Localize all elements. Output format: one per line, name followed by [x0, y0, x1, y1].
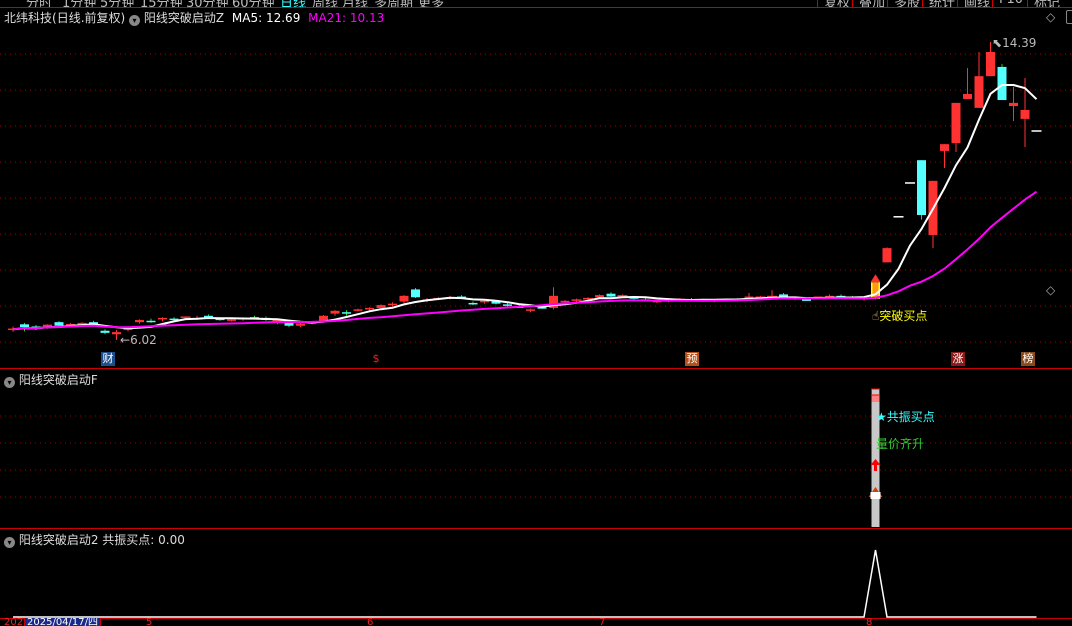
candle-body [997, 66, 1007, 101]
candle-body [1020, 109, 1030, 119]
x-axis-month: 8 [866, 618, 873, 626]
arrow-icon: ⬉ [992, 36, 1003, 50]
indicator-dropdown-icon[interactable]: ▾ [4, 377, 15, 388]
volume-price-rise-label: 量价齐升 [876, 437, 925, 451]
candle-body [1009, 102, 1018, 107]
candle-body [986, 51, 995, 77]
candle-body [20, 324, 29, 328]
up-arrow-icon [870, 274, 881, 283]
candle-body [227, 319, 236, 321]
star-icon: ★ [876, 410, 887, 424]
high-price-label: 14.39 [1002, 36, 1037, 50]
candle-body [503, 304, 512, 306]
dividend-tag[interactable]: $ [369, 352, 383, 366]
limit-up-tag[interactable]: 涨 [951, 352, 965, 366]
candle-body [606, 293, 616, 297]
candle-body [882, 248, 892, 263]
x-axis-month: 7 [599, 618, 606, 626]
candle-body [802, 299, 811, 301]
low-price-label: 6.02 [130, 333, 157, 347]
candle-body [376, 305, 386, 308]
candle-body [296, 323, 305, 326]
candle-body [353, 309, 363, 311]
arrow-left-icon: ← [120, 333, 131, 347]
high-price-annotation: ⬉14.39 [992, 36, 1036, 50]
candle-body [100, 330, 110, 333]
low-price-annotation: ←6.02 [120, 333, 157, 347]
candle-body [917, 160, 926, 216]
indicator-dropdown-icon[interactable]: ▾ [4, 537, 15, 548]
x-axis-month: 5 [146, 618, 153, 626]
candle-body [158, 317, 167, 320]
candle-body [146, 320, 156, 323]
candle-body [411, 289, 420, 298]
candle-body [526, 309, 535, 311]
candle-body [135, 320, 144, 323]
candle-body [963, 93, 972, 99]
candle-body [560, 300, 570, 303]
resonance-indicator-line [13, 549, 1037, 618]
resonance-buy-label: ★共振买点 [876, 410, 935, 424]
candle-body [399, 295, 409, 302]
candle-body [974, 76, 984, 108]
candle-body [480, 300, 489, 303]
signal-column-top [871, 395, 880, 402]
cursor-date: 2025/04/17/四 [24, 618, 102, 626]
panel-divider[interactable] [0, 368, 1072, 369]
panel3-header: ▾ 阳线突破启动2 共振买点: 0.00 [4, 531, 185, 548]
candle-body [468, 302, 478, 305]
x-axis-month: 6 [367, 618, 374, 626]
breakout-signal-label: ☝突破买点 [872, 309, 928, 323]
panel3-title[interactable]: 阳线突破启动2 [19, 533, 99, 547]
candle-body [388, 303, 397, 306]
dragon-tiger-list-tag[interactable]: 榜 [1021, 352, 1035, 366]
panel2-title[interactable]: 阳线突破启动F [19, 373, 98, 387]
candle-body [330, 310, 340, 314]
forecast-tag[interactable]: 预 [685, 352, 699, 366]
ma5-line [12, 84, 1038, 331]
house-icon-body [870, 492, 881, 499]
finance-tag[interactable]: 财 [101, 352, 115, 366]
candle-body [365, 307, 374, 310]
candle-body [54, 322, 64, 326]
panel2-header: ▾ 阳线突破启动F [4, 371, 98, 388]
candle-body [940, 144, 949, 151]
candle-body [951, 102, 961, 144]
candle-body [342, 312, 351, 314]
candle-body [595, 295, 604, 298]
x-axis-line [0, 618, 1072, 619]
panel-divider[interactable] [0, 528, 1072, 529]
signal-bar-overlay [872, 282, 879, 299]
resonance-value: 共振买点: 0.00 [102, 533, 185, 547]
x-axis-year: 202 [4, 618, 24, 626]
